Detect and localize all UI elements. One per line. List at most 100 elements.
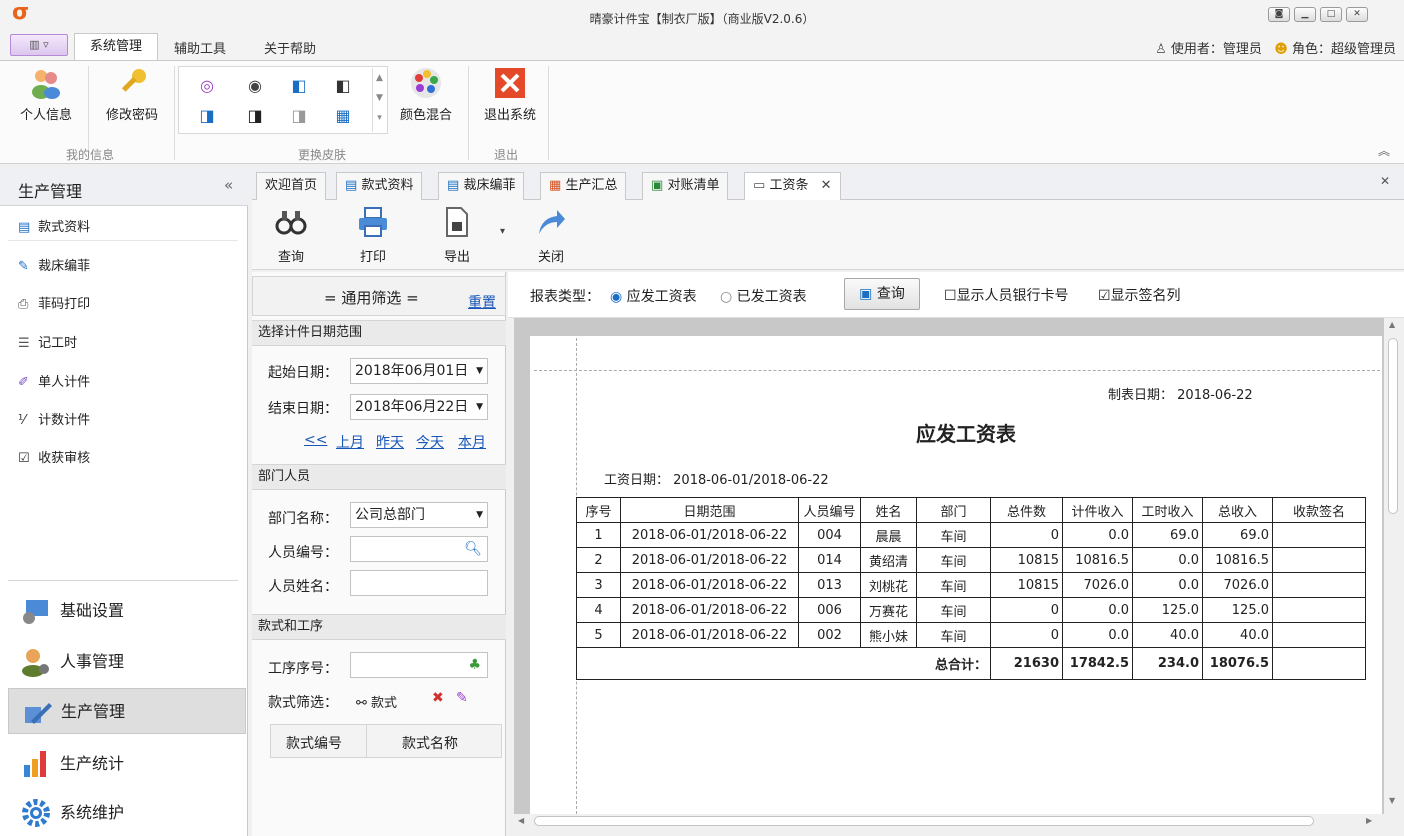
save-icon	[446, 207, 468, 237]
divider	[8, 240, 238, 241]
search-icon[interactable]: 🔍︎	[464, 537, 482, 561]
table-header-row: 序号 日期范围 人员编号 姓名 部门 总件数 计件收入 工时收入 总收入 收款签…	[576, 497, 1366, 523]
last-month-link[interactable]: 上月	[336, 432, 364, 452]
role-label: 角色：超级管理员	[1291, 42, 1396, 57]
radio-payable[interactable]: ◉ 应发工资表	[610, 286, 697, 306]
collapse-nav-icon[interactable]: «	[224, 176, 233, 194]
spreadsheet-icon: ▣	[651, 178, 664, 193]
start-date-picker[interactable]: 2018年06月01日 ▼	[350, 358, 488, 384]
maximize-button[interactable]: □	[1320, 7, 1342, 22]
ribbon-tab-system[interactable]: 系统管理	[74, 33, 158, 60]
nav-group-statistics[interactable]: 生产统计	[8, 741, 246, 787]
horizontal-scroll-thumb[interactable]	[534, 816, 1314, 826]
nav-item-single-piece[interactable]: ✐ 单人计件	[18, 371, 90, 390]
radio-paid[interactable]: ○ 已发工资表	[720, 286, 807, 306]
style-filter-button[interactable]: ⚯ 款式	[356, 692, 397, 711]
search-doc-icon: ▣	[859, 286, 873, 302]
tree-icon[interactable]: ♣	[468, 653, 481, 677]
minimize-button[interactable]: ▁	[1294, 7, 1316, 22]
staff-no-label: 人员编号：	[268, 545, 338, 561]
tab-welcome[interactable]: 欢迎首页	[256, 172, 327, 200]
nav-item-label-print[interactable]: ⎙ 菲码打印	[18, 293, 90, 312]
staff-name-input[interactable]	[350, 570, 488, 596]
col-header: 总件数	[990, 497, 1063, 523]
nav-group-hr[interactable]: 人事管理	[8, 639, 246, 685]
color-mix-button[interactable]: 颜色混合	[392, 66, 460, 123]
col-header: 部门	[916, 497, 991, 523]
numbers-icon: ⅟	[18, 413, 26, 428]
restore-icon[interactable]: ◙	[1268, 7, 1290, 22]
skin-office-blue-icon[interactable]: ◨	[196, 106, 218, 126]
tab-cutting[interactable]: ▤ 裁床编菲	[438, 172, 525, 200]
nav-item-count-piece[interactable]: ⅟ 计数计件	[18, 409, 90, 428]
col-header: 日期范围	[620, 497, 799, 523]
today-link[interactable]: 今天	[416, 432, 444, 452]
divider	[366, 724, 367, 758]
tab-reconciliation[interactable]: ▣ 对账清单	[642, 172, 729, 200]
tab-payslip[interactable]: ▭ 工资条 ✕	[744, 172, 841, 201]
prev-link[interactable]: <<	[304, 432, 327, 448]
collapse-ribbon-icon[interactable]: ︽	[1378, 142, 1390, 159]
edit-style-icon[interactable]: ✎	[456, 690, 468, 706]
this-month-link[interactable]: 本月	[458, 432, 486, 452]
ribbon-tab-help[interactable]: 关于帮助	[264, 38, 316, 57]
skin-office-purple-icon[interactable]: ◎	[196, 76, 218, 96]
tab-production-summary[interactable]: ▦ 生产汇总	[540, 172, 627, 200]
staff-name-label: 人员姓名：	[268, 579, 338, 595]
grid-col-style-name[interactable]: 款式名称	[402, 733, 458, 753]
scroll-right-icon[interactable]: ▶	[1366, 816, 1372, 825]
close-button[interactable]: 关闭	[530, 206, 572, 265]
staff-no-input[interactable]: 🔍︎	[350, 536, 488, 562]
print-button[interactable]: 打印	[352, 206, 394, 265]
scroll-down-icon[interactable]: ▼	[1389, 796, 1395, 805]
scroll-left-icon[interactable]: ◀	[518, 816, 524, 825]
gear-icon	[22, 799, 50, 827]
query-button[interactable]: 查询	[270, 206, 312, 265]
show-bank-checkbox[interactable]: ☐显示人员银行卡号	[944, 285, 1069, 305]
proc-no-input[interactable]: ♣	[350, 652, 488, 678]
change-password-button[interactable]: 修改密码	[96, 66, 168, 123]
skin-office-2016-dark-icon[interactable]: ◧	[332, 76, 354, 96]
nav-group-basic-settings[interactable]: 基础设置	[8, 588, 246, 634]
skin-metro-icon[interactable]: ▦	[332, 106, 354, 126]
close-window-button[interactable]: ✕	[1346, 7, 1368, 22]
reset-link[interactable]: 重置	[468, 292, 496, 312]
tab-style-data[interactable]: ▤ 款式资料	[336, 172, 423, 200]
nav-group-maintenance[interactable]: 系统维护	[8, 790, 246, 836]
nav-item-cutting[interactable]: ✎ 裁床编菲	[18, 255, 90, 274]
nav-item-harvest-review[interactable]: ☑ 收获审核	[18, 447, 90, 466]
gallery-scroll[interactable]: ▲ ▼ ▾	[372, 68, 386, 132]
nav-item-style-data[interactable]: ▤ 款式资料	[18, 216, 90, 235]
app-menu-button[interactable]: ▥ ▿	[10, 34, 68, 56]
nav-group-production[interactable]: 生产管理	[8, 688, 246, 734]
style-filter-label: 款式筛选：	[268, 695, 338, 711]
export-dropdown-icon[interactable]: ▾	[500, 226, 505, 237]
document-icon: ▤	[18, 220, 31, 235]
dept-select[interactable]: 公司总部门 ▼	[350, 502, 488, 528]
exit-system-button[interactable]: 退出系统	[476, 66, 544, 123]
personal-info-button[interactable]: 个人信息	[10, 66, 82, 123]
export-button[interactable]: 导出	[436, 206, 478, 265]
close-tab-icon[interactable]: ✕	[821, 178, 832, 193]
ribbon-tab-tools[interactable]: 辅助工具	[174, 38, 226, 57]
end-date-picker[interactable]: 2018年06月22日 ▼	[350, 394, 488, 420]
wage-date: 工资日期： 2018-06-01/2018-06-22	[604, 473, 829, 488]
binoculars-icon: ⚯	[356, 696, 367, 711]
skin-office-2016-icon[interactable]: ◧	[288, 76, 310, 96]
dropdown-arrow-icon: ▼	[476, 510, 483, 520]
skin-office-gray-icon[interactable]: ◨	[288, 106, 310, 126]
table-row: 3 2018-06-01/2018-06-22 013 刘桃花 车间 10815 7026.…	[576, 572, 1366, 598]
grid-col-style-no[interactable]: 款式编号	[286, 733, 342, 753]
clear-style-icon[interactable]: ✖	[432, 690, 444, 706]
yesterday-link[interactable]: 昨天	[376, 432, 404, 452]
vertical-scroll-thumb[interactable]	[1388, 338, 1398, 514]
close-all-tabs-icon[interactable]: ✕	[1380, 174, 1390, 188]
settings-screen-icon	[23, 600, 48, 624]
skin-office-dark-icon[interactable]: ◉	[244, 76, 266, 96]
nav-item-work-hours[interactable]: ☰ 记工时	[18, 332, 77, 351]
pencil-icon	[25, 703, 52, 724]
scroll-up-icon[interactable]: ▲	[1389, 320, 1395, 329]
query-submit-button[interactable]: ▣ 查询	[844, 278, 920, 310]
skin-office-black-icon[interactable]: ◨	[244, 106, 266, 126]
show-sign-checkbox[interactable]: ☑显示签名列	[1098, 285, 1181, 305]
